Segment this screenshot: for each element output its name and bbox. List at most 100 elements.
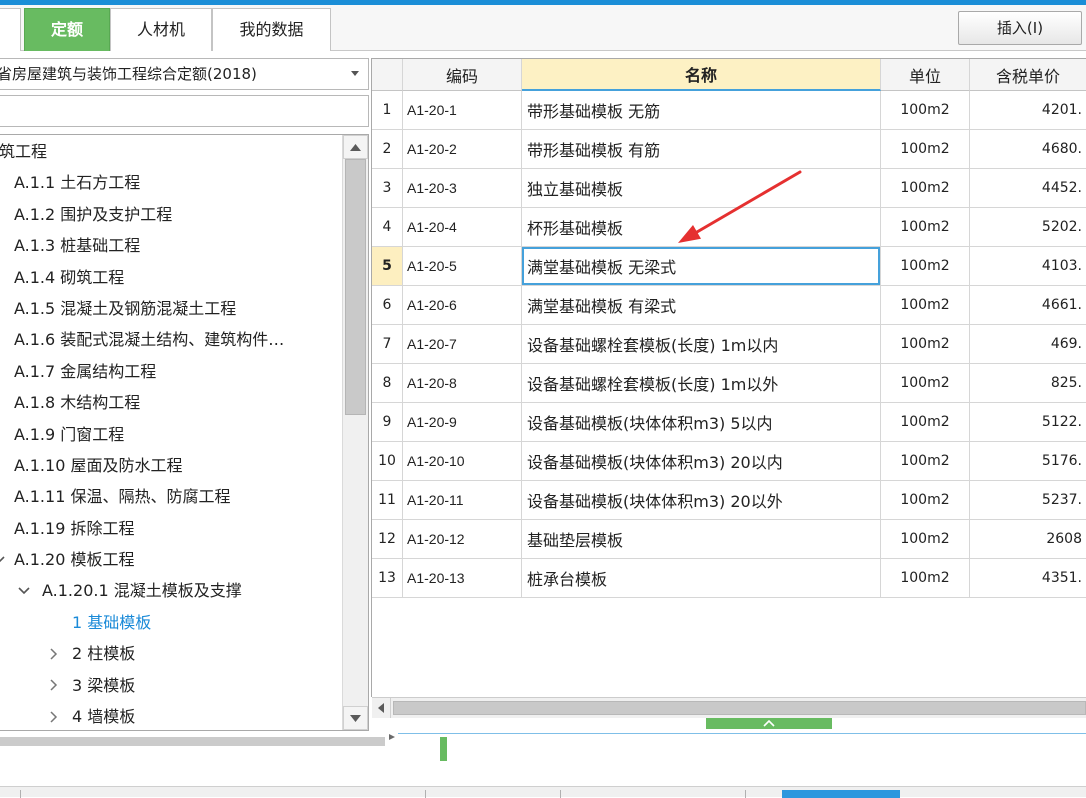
row-number[interactable]: 12: [372, 520, 403, 559]
tree-vertical-scrollbar[interactable]: [342, 135, 368, 730]
cell-name[interactable]: 独立基础模板: [522, 169, 881, 208]
row-number[interactable]: 10: [372, 442, 403, 481]
table-row-selected[interactable]: 5 A1-20-5 满堂基础模板 无梁式 100m2 4103.: [372, 247, 1086, 286]
tree-item[interactable]: A.1.6 装配式混凝土结构、建筑构件…: [0, 324, 342, 355]
tree-item-column-formwork[interactable]: 2 柱模板: [0, 638, 342, 669]
cell-name[interactable]: 杯形基础模板: [522, 208, 881, 247]
cell-price[interactable]: 4351.: [970, 559, 1086, 598]
cell-unit[interactable]: 100m2: [881, 559, 970, 598]
row-number-header[interactable]: [372, 59, 403, 91]
tree-horizontal-scrollbar[interactable]: [0, 737, 385, 746]
cell-price[interactable]: 4661.: [970, 286, 1086, 325]
caret-up-icon[interactable]: [343, 135, 368, 159]
column-header-price[interactable]: 含税单价: [970, 59, 1086, 91]
row-number[interactable]: 7: [372, 325, 403, 364]
tree-scroll-thumb[interactable]: [345, 159, 366, 415]
insert-button[interactable]: 插入(I): [958, 11, 1082, 45]
cell-code[interactable]: A1-20-1: [403, 91, 522, 130]
tree-item[interactable]: A.1.5 混凝土及钢筋混凝土工程: [0, 293, 342, 324]
chevron-right-icon[interactable]: [50, 670, 58, 701]
tab-labor-materials[interactable]: 人材机: [110, 8, 212, 51]
table-row[interactable]: 6 A1-20-6 满堂基础模板 有梁式 100m2 4661.: [372, 286, 1086, 325]
cell-unit[interactable]: 100m2: [881, 130, 970, 169]
row-number[interactable]: 3: [372, 169, 403, 208]
table-row[interactable]: 1 A1-20-1 带形基础模板 无筋 100m2 4201.: [372, 91, 1086, 130]
table-scroll-thumb[interactable]: [393, 701, 1086, 715]
library-select[interactable]: 省房屋建筑与装饰工程综合定额(2018): [0, 58, 369, 90]
cell-name-selected[interactable]: 满堂基础模板 无梁式: [522, 247, 881, 286]
tree-item[interactable]: A.1.4 砌筑工程: [0, 262, 342, 293]
tree-item-foundation-formwork[interactable]: 1 基础模板: [0, 607, 342, 638]
tab-partial[interactable]: [0, 8, 21, 51]
cell-name[interactable]: 设备基础模板(块体体积m3) 20以外: [522, 481, 881, 520]
cell-unit[interactable]: 100m2: [881, 520, 970, 559]
cell-unit[interactable]: 100m2: [881, 364, 970, 403]
chevron-right-icon[interactable]: [50, 701, 58, 730]
tree-item[interactable]: A.1.11 保温、隔热、防腐工程: [0, 481, 342, 512]
cell-code[interactable]: A1-20-5: [403, 247, 522, 286]
cell-unit[interactable]: 100m2: [881, 325, 970, 364]
caret-left-icon[interactable]: [372, 698, 391, 718]
column-header-code[interactable]: 编码: [403, 59, 522, 91]
row-number[interactable]: 4: [372, 208, 403, 247]
cell-unit[interactable]: 100m2: [881, 169, 970, 208]
cell-code[interactable]: A1-20-13: [403, 559, 522, 598]
cell-unit[interactable]: 100m2: [881, 481, 970, 520]
cell-unit[interactable]: 100m2: [881, 403, 970, 442]
cell-name[interactable]: 桩承台模板: [522, 559, 881, 598]
table-row[interactable]: 2 A1-20-2 带形基础模板 有筋 100m2 4680.: [372, 130, 1086, 169]
chevron-down-icon[interactable]: [18, 575, 30, 606]
panel-splitter[interactable]: [398, 733, 1086, 734]
splitter-handle-icon[interactable]: [388, 733, 396, 741]
cell-price[interactable]: 5122.: [970, 403, 1086, 442]
table-row[interactable]: 4 A1-20-4 杯形基础模板 100m2 5202.: [372, 208, 1086, 247]
tree-item[interactable]: A.1.7 金属结构工程: [0, 356, 342, 387]
tab-quota[interactable]: 定额: [24, 8, 110, 51]
tree-item-concrete-formwork[interactable]: A.1.20.1 混凝土模板及支撑: [0, 575, 342, 606]
cell-code[interactable]: A1-20-3: [403, 169, 522, 208]
table-row[interactable]: 13 A1-20-13 桩承台模板 100m2 4351.: [372, 559, 1086, 598]
cell-price[interactable]: 5176.: [970, 442, 1086, 481]
cell-price[interactable]: 825.: [970, 364, 1086, 403]
cell-name[interactable]: 设备基础螺栓套模板(长度) 1m以内: [522, 325, 881, 364]
cell-name[interactable]: 带形基础模板 无筋: [522, 91, 881, 130]
tree-item-wall-formwork[interactable]: 4 墙模板: [0, 701, 342, 730]
tree-item[interactable]: A.1.2 围护及支护工程: [0, 199, 342, 230]
cell-name[interactable]: 设备基础模板(块体体积m3) 5以内: [522, 403, 881, 442]
search-input[interactable]: [0, 95, 369, 127]
tree-item[interactable]: A.1.19 拆除工程: [0, 513, 342, 544]
caret-down-icon[interactable]: [343, 706, 368, 730]
row-number[interactable]: 11: [372, 481, 403, 520]
cell-price[interactable]: 2608: [970, 520, 1086, 559]
cell-price[interactable]: 4103.: [970, 247, 1086, 286]
cell-price[interactable]: 4201.: [970, 91, 1086, 130]
cell-unit[interactable]: 100m2: [881, 208, 970, 247]
cell-code[interactable]: A1-20-10: [403, 442, 522, 481]
table-row[interactable]: 9 A1-20-9 设备基础模板(块体体积m3) 5以内 100m2 5122.: [372, 403, 1086, 442]
row-number[interactable]: 9: [372, 403, 403, 442]
cell-price[interactable]: 4680.: [970, 130, 1086, 169]
cell-code[interactable]: A1-20-2: [403, 130, 522, 169]
cell-code[interactable]: A1-20-7: [403, 325, 522, 364]
chevron-down-icon[interactable]: [0, 544, 5, 575]
cell-unit[interactable]: 100m2: [881, 442, 970, 481]
tree-item[interactable]: A.1.8 木结构工程: [0, 387, 342, 418]
tree-item[interactable]: A.1.3 桩基础工程: [0, 230, 342, 261]
row-number[interactable]: 1: [372, 91, 403, 130]
cell-price[interactable]: 5237.: [970, 481, 1086, 520]
table-horizontal-scrollbar[interactable]: [372, 697, 1086, 718]
caret-down-icon[interactable]: [351, 71, 359, 77]
cell-name[interactable]: 满堂基础模板 有梁式: [522, 286, 881, 325]
cell-code[interactable]: A1-20-11: [403, 481, 522, 520]
column-header-unit[interactable]: 单位: [881, 59, 970, 91]
row-number[interactable]: 6: [372, 286, 403, 325]
cell-unit[interactable]: 100m2: [881, 91, 970, 130]
tree-item[interactable]: A.1.1 土石方工程: [0, 167, 342, 198]
column-header-name[interactable]: 名称: [522, 59, 881, 91]
cell-code[interactable]: A1-20-9: [403, 403, 522, 442]
panel-collapse-handle[interactable]: [706, 718, 832, 729]
tree-item-formwork[interactable]: A.1.20 模板工程: [0, 544, 342, 575]
cell-name[interactable]: 基础垫层模板: [522, 520, 881, 559]
table-row[interactable]: 3 A1-20-3 独立基础模板 100m2 4452.: [372, 169, 1086, 208]
cell-name[interactable]: 设备基础螺栓套模板(长度) 1m以外: [522, 364, 881, 403]
